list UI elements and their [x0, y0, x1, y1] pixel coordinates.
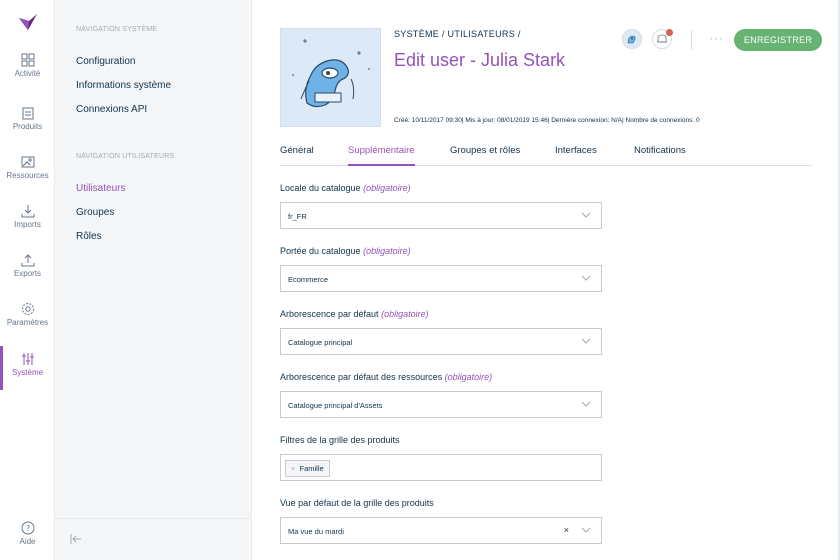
tab-general[interactable]: Général — [280, 145, 314, 166]
exports-icon — [21, 254, 34, 267]
settings-icon — [21, 303, 34, 315]
rail-item-exports[interactable]: Exports — [0, 253, 55, 278]
svg-text:?: ? — [25, 524, 29, 533]
rail-label: Exports — [13, 269, 42, 278]
field-label-text: Filtres de la grille des produits — [280, 435, 400, 445]
clear-selection-icon[interactable]: × — [564, 525, 569, 535]
rail-item-help[interactable]: ? Aide — [0, 521, 55, 546]
asset-tree-select[interactable]: Catalogue principal d'Assets — [280, 391, 602, 418]
field-label-text: Arborescence par défaut des ressources — [280, 372, 443, 382]
rail-label: Imports — [14, 220, 41, 229]
breadcrumb-separator: / — [441, 29, 445, 39]
selected-value: Catalogue principal d'Assets — [288, 401, 383, 410]
field-label-text: Arborescence par défaut — [280, 309, 379, 319]
rail-item-imports[interactable]: Imports — [0, 204, 55, 229]
required-marker: (obligatoire) — [363, 183, 411, 193]
remove-tag-icon[interactable]: × — [291, 464, 295, 473]
filter-tag: × Famille — [285, 460, 330, 477]
collapse-panel-icon[interactable] — [69, 533, 83, 545]
notifications-button[interactable] — [652, 29, 673, 49]
notification-badge — [666, 29, 673, 36]
save-button[interactable]: ENREGISTRER — [734, 29, 822, 51]
products-icon — [22, 107, 33, 120]
default-tree-label: Arborescence par défaut (obligatoire) — [280, 309, 429, 319]
selected-value: fr_FR — [288, 212, 307, 221]
chevron-down-icon — [581, 527, 591, 533]
tab-interfaces[interactable]: Interfaces — [555, 145, 597, 166]
breadcrumb-system[interactable]: SYSTÈME — [394, 29, 439, 39]
user-avatar[interactable] — [280, 28, 381, 127]
chevron-down-icon — [581, 212, 591, 218]
header-actions: ··· ENREGISTRER — [602, 29, 822, 51]
chevron-down-icon — [581, 338, 591, 344]
grid-view-select[interactable]: Ma vue du mardi × — [280, 517, 602, 544]
nav-link-roles[interactable]: Rôles — [76, 231, 102, 242]
more-actions-button[interactable]: ··· — [709, 31, 724, 45]
tab-notifications[interactable]: Notifications — [634, 145, 686, 166]
user-menu-button[interactable] — [622, 29, 642, 49]
rail-label: Produits — [12, 122, 43, 131]
rail-label: Activité — [14, 69, 41, 78]
breadcrumb: SYSTÈME / UTILISATEURS / — [394, 29, 521, 39]
activity-icon — [21, 53, 34, 67]
rail-label: Système — [11, 368, 44, 377]
catalog-locale-select[interactable]: fr_FR — [280, 202, 602, 229]
catalog-locale-label: Locale du catalogue (obligatoire) — [280, 183, 411, 193]
field-label-text: Portée du catalogue — [280, 246, 361, 256]
system-icon — [21, 353, 34, 365]
user-avatar-icon — [627, 35, 636, 44]
main-content: SYSTÈME / UTILISATEURS / Edit user - Jul… — [252, 0, 840, 560]
chevron-down-icon — [581, 275, 591, 281]
main-navigation-rail: Activité Produits Ressources Imports Exp… — [0, 0, 55, 560]
breadcrumb-separator: / — [517, 29, 521, 39]
akeneo-logo-icon[interactable] — [17, 12, 39, 32]
help-icon: ? — [21, 521, 34, 535]
rail-label: Ressources — [6, 171, 49, 180]
catalog-scope-select[interactable]: Ecommerce — [280, 265, 602, 292]
assets-icon — [21, 156, 34, 168]
selected-value: Catalogue principal — [288, 338, 353, 347]
asset-tree-label: Arborescence par défaut des ressources (… — [280, 372, 492, 382]
nav-link-configuration[interactable]: Configuration — [76, 56, 135, 67]
avatar-illustration-icon — [292, 39, 370, 108]
rail-label: Paramètres — [6, 318, 49, 327]
nav-link-groups[interactable]: Groupes — [76, 207, 114, 218]
field-label-text: Locale du catalogue — [280, 183, 361, 193]
panel-footer — [55, 518, 252, 560]
field-label-text: Vue par défaut de la grille des produits — [280, 498, 434, 508]
section-title-users: NAVIGATION UTILISATEURS — [76, 153, 175, 160]
grid-filters-multiselect[interactable]: × Famille — [280, 454, 602, 481]
required-marker: (obligatoire) — [363, 246, 411, 256]
grid-filters-label: Filtres de la grille des produits — [280, 435, 400, 445]
chevron-down-icon — [581, 401, 591, 407]
rail-item-activity[interactable]: Activité — [0, 53, 55, 78]
rail-label: Aide — [19, 537, 36, 546]
rail-item-system[interactable]: Système — [0, 346, 55, 390]
header-divider — [691, 30, 692, 50]
breadcrumb-users[interactable]: UTILISATEURS — [448, 29, 515, 39]
rail-item-settings[interactable]: Paramètres — [0, 302, 55, 327]
secondary-navigation-panel: NAVIGATION SYSTÈME Configuration Informa… — [55, 0, 252, 560]
required-marker: (obligatoire) — [381, 309, 429, 319]
selected-value: Ma vue du mardi — [288, 527, 344, 536]
nav-link-api-connections[interactable]: Connexions API — [76, 104, 147, 115]
selected-value: Ecommerce — [288, 275, 329, 284]
section-title-system: NAVIGATION SYSTÈME — [76, 26, 158, 33]
filter-tag-label: Famille — [299, 464, 324, 473]
tab-groups-roles[interactable]: Groupes et rôles — [450, 145, 520, 166]
imports-icon — [21, 205, 34, 218]
rail-item-assets[interactable]: Ressources — [0, 155, 55, 180]
default-tree-select[interactable]: Catalogue principal — [280, 328, 602, 355]
tab-additional[interactable]: Supplémentaire — [348, 145, 415, 166]
grid-view-label: Vue par défaut de la grille des produits — [280, 498, 434, 508]
required-marker: (obligatoire) — [444, 372, 493, 382]
tab-bar: Général Supplémentaire Groupes et rôles … — [280, 145, 812, 166]
catalog-scope-label: Portée du catalogue (obligatoire) — [280, 246, 411, 256]
rail-item-products[interactable]: Produits — [0, 106, 55, 131]
page-title: Edit user - Julia Stark — [394, 50, 566, 70]
nav-link-users[interactable]: Utilisateurs — [76, 183, 125, 194]
nav-link-system-info[interactable]: Informations système — [76, 80, 171, 91]
user-meta-info: Créé: 10/11/2017 09:30| Mis à jour: 08/0… — [394, 117, 700, 124]
